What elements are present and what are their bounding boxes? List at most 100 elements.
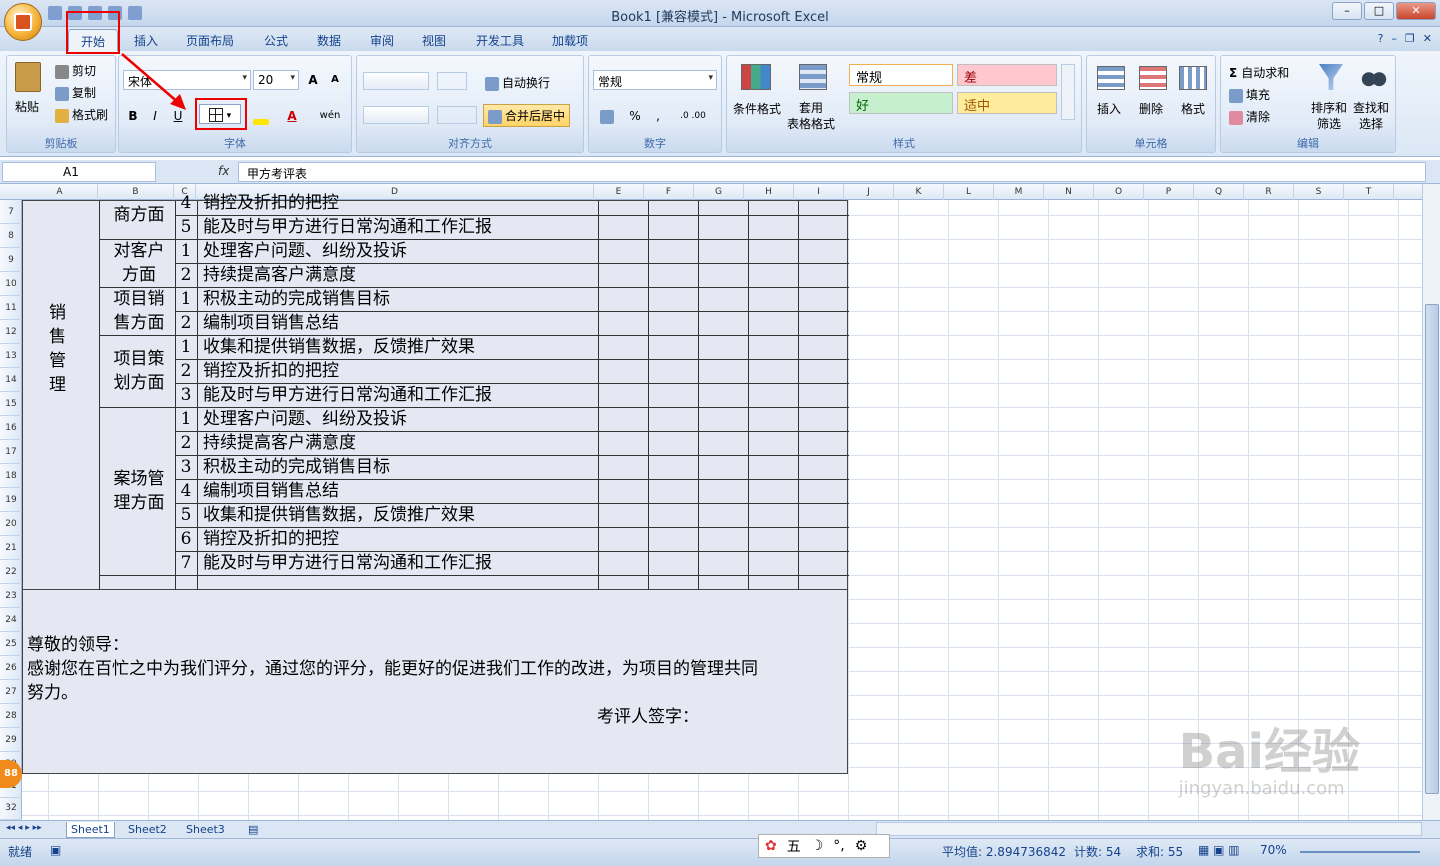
minimize-button[interactable]: –	[1332, 2, 1362, 20]
autosum-button[interactable]: Σ 自动求和	[1229, 64, 1289, 81]
currency-button[interactable]	[593, 106, 623, 126]
delete-cells-button[interactable]: 删除	[1139, 100, 1163, 117]
row-header[interactable]: 29	[0, 728, 22, 752]
orientation-button[interactable]	[437, 72, 467, 90]
vertical-scrollbar[interactable]	[1422, 184, 1440, 820]
format-as-table-icon[interactable]	[799, 64, 827, 90]
style-normal[interactable]: 常规	[849, 64, 953, 86]
tab-view[interactable]: 视图	[422, 32, 446, 49]
horizontal-align-buttons[interactable]	[363, 106, 429, 124]
tab-formulas[interactable]: 公式	[264, 32, 288, 49]
insert-sheet-icon[interactable]: ▤	[244, 822, 262, 837]
horizontal-scrollbar[interactable]	[876, 822, 1422, 836]
sheet-tab-3[interactable]: Sheet3	[182, 822, 229, 837]
row-header[interactable]: 18	[0, 464, 22, 488]
binoculars-icon[interactable]	[1361, 66, 1387, 88]
underline-button[interactable]: U	[167, 106, 189, 126]
column-header[interactable]: J	[844, 184, 894, 200]
tab-data[interactable]: 数据	[317, 32, 341, 49]
row-header[interactable]: 24	[0, 608, 22, 632]
row-header[interactable]: 8	[0, 224, 22, 248]
column-header[interactable]: K	[894, 184, 944, 200]
row-header[interactable]: 19	[0, 488, 22, 512]
font-name-combo[interactable]: 宋体	[123, 70, 251, 90]
copy-button[interactable]: 复制	[55, 84, 96, 101]
tab-insert[interactable]: 插入	[134, 32, 158, 49]
ribbon-min-icon[interactable]: –	[1391, 32, 1397, 45]
wrap-text-button[interactable]: 自动换行	[485, 74, 550, 91]
row-header[interactable]: 9	[0, 248, 22, 272]
column-header[interactable]: E	[594, 184, 644, 200]
tab-page-layout[interactable]: 页面布局	[186, 32, 234, 49]
moon-icon[interactable]: ☽	[811, 838, 824, 854]
font-size-combo[interactable]: 20	[253, 70, 299, 90]
vertical-scroll-thumb[interactable]	[1425, 304, 1439, 794]
find-select-button[interactable]: 查找和 选择	[1353, 100, 1389, 132]
vertical-align-buttons[interactable]	[363, 72, 429, 90]
comma-button[interactable]: ,	[649, 106, 667, 126]
name-box[interactable]: A1	[2, 162, 156, 182]
column-header[interactable]: H	[744, 184, 794, 200]
fill-color-button[interactable]	[247, 106, 277, 126]
gear-icon[interactable]: ⚙	[855, 838, 868, 854]
row-header[interactable]: 14	[0, 368, 22, 392]
column-header[interactable]: B	[98, 184, 174, 200]
tab-addins[interactable]: 加载项	[552, 32, 588, 49]
style-bad[interactable]: 差	[957, 64, 1057, 86]
insert-cells-button[interactable]: 插入	[1097, 100, 1121, 117]
bold-button[interactable]: B	[123, 106, 143, 126]
tab-review[interactable]: 审阅	[370, 32, 394, 49]
fill-button[interactable]: 填充	[1229, 86, 1270, 103]
column-header[interactable]: P	[1144, 184, 1194, 200]
zoom-slider[interactable]	[1300, 851, 1420, 853]
row-header[interactable]: 7	[0, 200, 22, 224]
row-header[interactable]: 23	[0, 584, 22, 608]
sort-filter-icon[interactable]	[1319, 64, 1343, 90]
format-as-table-button[interactable]: 套用 表格格式	[787, 100, 835, 132]
row-header[interactable]: 13	[0, 344, 22, 368]
row-header[interactable]: 32	[0, 796, 22, 820]
insert-function-icon[interactable]: fx	[218, 164, 229, 178]
conditional-format-button[interactable]: 条件格式	[733, 100, 781, 117]
sort-filter-button[interactable]: 排序和 筛选	[1311, 100, 1347, 132]
column-header[interactable]: R	[1244, 184, 1294, 200]
indent-buttons[interactable]	[437, 106, 477, 124]
shrink-font-button[interactable]: A	[325, 70, 345, 90]
cut-button[interactable]: 剪切	[55, 62, 96, 79]
column-header[interactable]: S	[1294, 184, 1344, 200]
style-neutral[interactable]: 适中	[957, 92, 1057, 114]
row-header[interactable]: 28	[0, 704, 22, 728]
column-header[interactable]: F	[644, 184, 694, 200]
column-header[interactable]: L	[944, 184, 994, 200]
column-header[interactable]: N	[1044, 184, 1094, 200]
sheet-tab-2[interactable]: Sheet2	[124, 822, 171, 837]
row-header[interactable]: 21	[0, 536, 22, 560]
sheet-tab-1[interactable]: Sheet1	[66, 822, 115, 838]
ribbon-restore-icon[interactable]: ❐	[1405, 32, 1415, 45]
help-icon[interactable]: ?	[1378, 32, 1384, 45]
row-header[interactable]: 25	[0, 632, 22, 656]
column-header[interactable]: A	[22, 184, 98, 200]
formula-input[interactable]: 甲方考评表	[238, 162, 1426, 182]
punctuation-icon[interactable]: °,	[833, 838, 844, 854]
row-header[interactable]: 26	[0, 656, 22, 680]
italic-button[interactable]: I	[145, 106, 165, 126]
column-header[interactable]: O	[1094, 184, 1144, 200]
zoom-level[interactable]: 70%	[1260, 843, 1287, 857]
column-header[interactable]: Q	[1194, 184, 1244, 200]
row-header[interactable]: 17	[0, 440, 22, 464]
column-header[interactable]: I	[794, 184, 844, 200]
row-header[interactable]: 22	[0, 560, 22, 584]
row-header[interactable]: 11	[0, 296, 22, 320]
delete-cells-icon[interactable]	[1139, 66, 1167, 90]
number-format-combo[interactable]: 常规	[593, 70, 717, 90]
paste-button[interactable]: 粘贴	[15, 98, 39, 115]
grow-font-button[interactable]: A	[303, 70, 323, 90]
ime-mode[interactable]: 五	[787, 836, 801, 856]
row-header[interactable]: 15	[0, 392, 22, 416]
tab-developer[interactable]: 开发工具	[476, 32, 524, 49]
column-header[interactable]: M	[994, 184, 1044, 200]
row-header[interactable]: 12	[0, 320, 22, 344]
paste-icon[interactable]	[15, 62, 41, 92]
conditional-format-icon[interactable]	[741, 64, 771, 90]
